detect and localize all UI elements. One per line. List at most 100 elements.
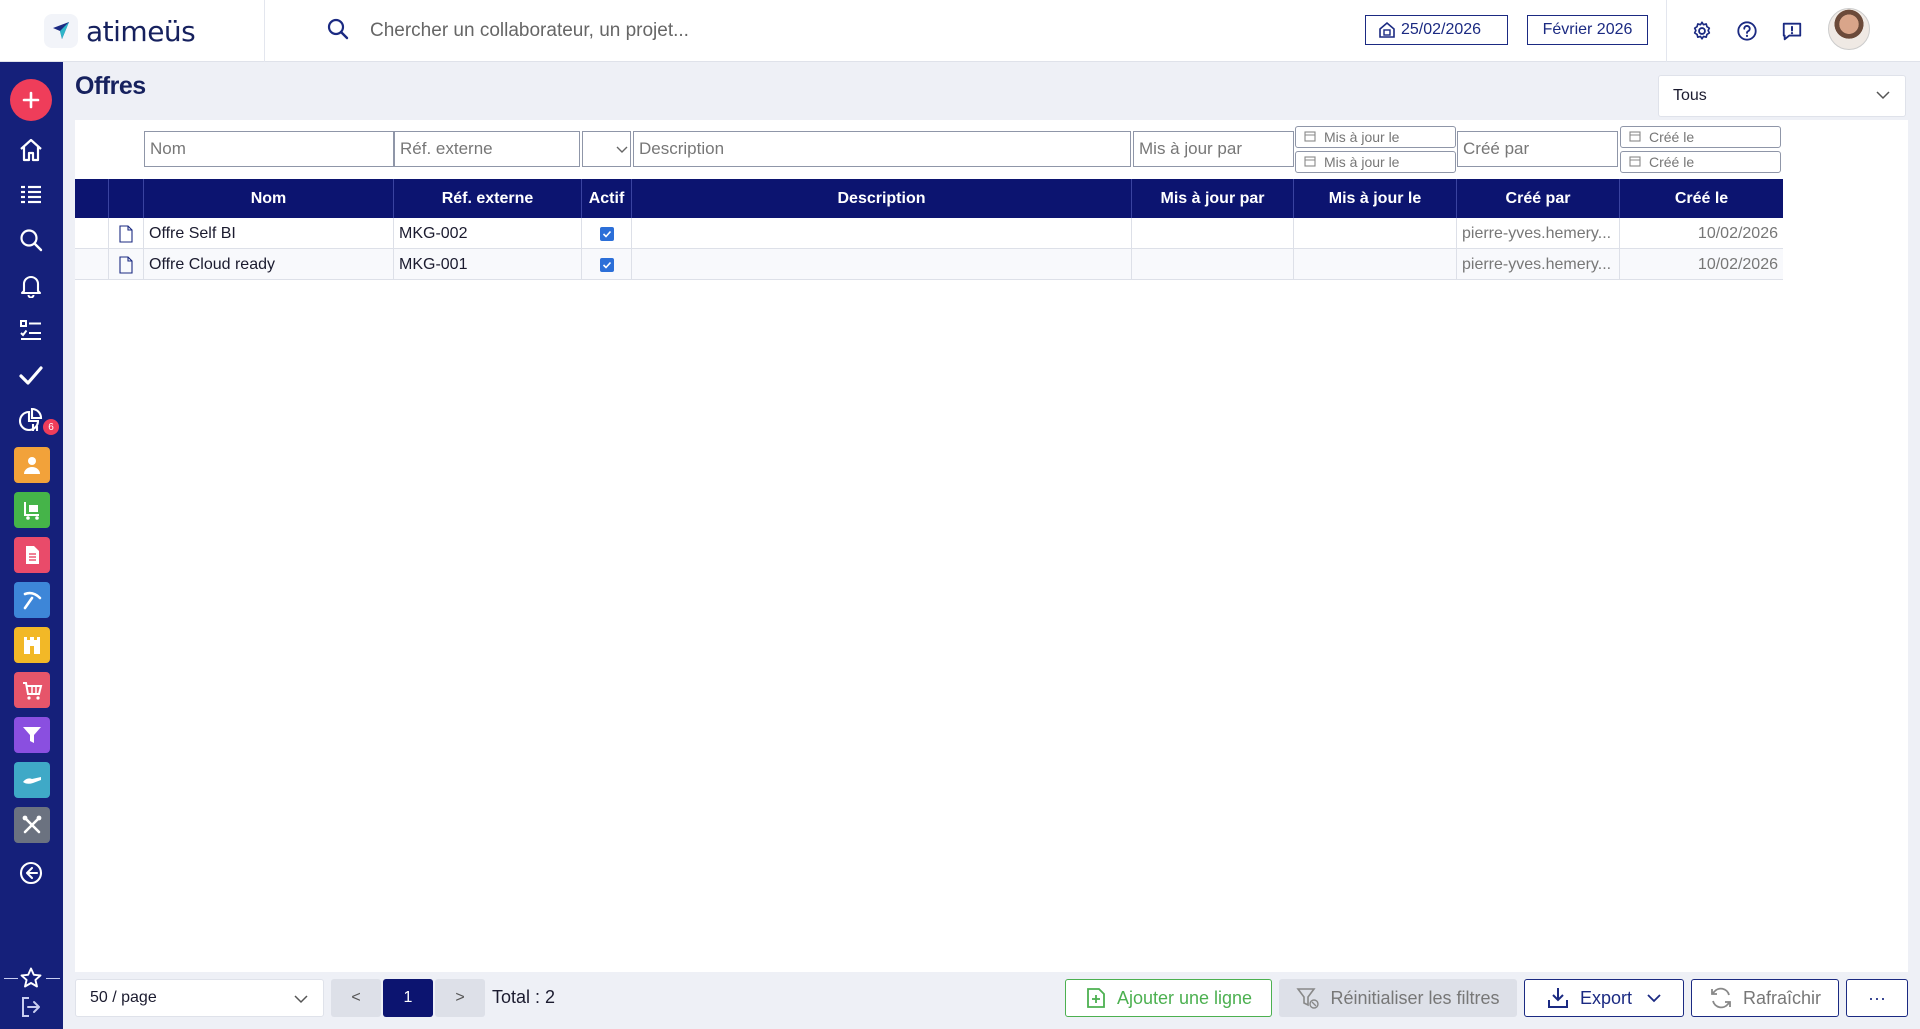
filter-ref-externe[interactable]: Réf. externe — [394, 131, 580, 167]
feedback-icon[interactable] — [1780, 19, 1804, 43]
tile-handshake-icon[interactable] — [14, 762, 50, 798]
settings-gear-icon[interactable] — [1690, 19, 1714, 43]
cell-cree-par[interactable]: pierre-yves.hemery... — [1457, 249, 1620, 280]
home-calendar-icon — [1378, 21, 1396, 39]
checkbox-checked[interactable] — [599, 226, 614, 241]
column-header-mis-a-jour-par[interactable]: Mis à jour par — [1132, 179, 1294, 218]
next-page-button[interactable]: > — [435, 979, 485, 1017]
tile-cart-icon[interactable] — [14, 492, 50, 528]
refresh-button[interactable]: Rafraîchir — [1691, 979, 1839, 1017]
column-header-cree-par[interactable]: Créé par — [1457, 179, 1620, 218]
tile-funnel-icon[interactable] — [14, 717, 50, 753]
cell-cree-le[interactable]: 10/02/2026 — [1620, 218, 1783, 249]
filter-cree-le-to[interactable]: Créé le — [1620, 151, 1781, 173]
tile-person-icon[interactable] — [14, 447, 50, 483]
filter-cree-le-from[interactable]: Créé le — [1620, 126, 1781, 148]
cell-description[interactable] — [632, 218, 1132, 249]
check-icon[interactable] — [11, 355, 51, 395]
export-label: Export — [1579, 987, 1633, 1008]
calendar-icon — [1629, 129, 1641, 145]
tile-document-icon[interactable] — [14, 537, 50, 573]
tile-castle-icon[interactable] — [14, 627, 50, 663]
user-avatar[interactable] — [1828, 8, 1870, 50]
logout-icon[interactable] — [11, 987, 51, 1027]
table-row[interactable]: Offre Cloud ready MKG-001 pierre-yves.he… — [75, 249, 1783, 280]
current-date: 25/02/2026 — [1401, 21, 1482, 38]
table-row[interactable]: Offre Self BI MKG-002 pierre-yves.hemery… — [75, 218, 1783, 249]
current-period: Février 2026 — [1542, 21, 1633, 38]
add-row-label: Ajouter une ligne — [1116, 987, 1253, 1008]
total-count: Total : 2 — [492, 987, 556, 1007]
period-selector[interactable]: Février 2026 — [1527, 15, 1648, 45]
tile-pickaxe-icon[interactable] — [14, 582, 50, 618]
add-button[interactable] — [10, 79, 52, 121]
logo-text: atimeüs — [86, 14, 196, 48]
cell-mis-a-jour-le[interactable] — [1294, 218, 1457, 249]
cell-mis-a-jour-par[interactable] — [1132, 249, 1294, 280]
cell-actif[interactable] — [582, 249, 632, 280]
app-logo[interactable]: atimeüs — [44, 13, 196, 49]
filter-nom[interactable]: Nom — [144, 131, 394, 167]
global-search[interactable]: Chercher un collaborateur, un projet... — [326, 14, 926, 48]
page-title: Offres — [75, 72, 146, 100]
prev-page-button[interactable]: < — [331, 979, 381, 1017]
filter-mis-a-jour-le-from[interactable]: Mis à jour le — [1295, 126, 1456, 148]
cell-nom[interactable]: Offre Cloud ready — [144, 249, 394, 280]
back-arrow-icon[interactable] — [11, 853, 51, 893]
filter-mis-a-jour-par[interactable]: Mis à jour par — [1133, 131, 1294, 167]
column-header-description[interactable]: Description — [632, 179, 1132, 218]
export-button[interactable]: Export — [1524, 979, 1684, 1017]
add-row-button[interactable]: Ajouter une ligne — [1065, 979, 1272, 1017]
tile-tools-icon[interactable] — [14, 807, 50, 843]
scope-select-value: Tous — [1673, 87, 1707, 104]
filter-description[interactable]: Description — [633, 131, 1131, 167]
tile-shop-icon[interactable] — [14, 672, 50, 708]
reset-filters-button[interactable]: Réinitialiser les filtres — [1279, 979, 1517, 1017]
filter-mis-a-jour-le-to-placeholder: Mis à jour le — [1324, 154, 1400, 170]
column-header-ref-externe[interactable]: Réf. externe — [394, 179, 582, 218]
filter-actif-select[interactable] — [582, 131, 631, 167]
add-file-icon — [1085, 987, 1107, 1009]
current-page-button[interactable]: 1 — [383, 979, 433, 1017]
cell-ref-externe[interactable]: MKG-001 — [394, 249, 582, 280]
search-input[interactable]: Chercher un collaborateur, un projet... — [370, 20, 689, 42]
more-dots-icon: ··· — [1868, 987, 1886, 1008]
cell-ref-externe[interactable]: MKG-002 — [394, 218, 582, 249]
cell-cree-par[interactable]: pierre-yves.hemery... — [1457, 218, 1620, 249]
checkbox-checked[interactable] — [599, 257, 614, 272]
chevron-down-icon — [1646, 990, 1662, 1006]
cell-description[interactable] — [632, 249, 1132, 280]
list-icon[interactable] — [11, 175, 51, 215]
top-header: atimeüs Chercher un collaborateur, un pr… — [0, 0, 1920, 62]
column-header-actif[interactable]: Actif — [582, 179, 632, 218]
table-header: Nom Réf. externe Actif Description Mis à… — [75, 179, 1783, 218]
scope-select[interactable]: Tous — [1658, 75, 1906, 117]
checklist-icon[interactable] — [11, 310, 51, 350]
more-options-button[interactable]: ··· — [1846, 979, 1908, 1017]
filter-cree-par[interactable]: Créé par — [1457, 131, 1618, 167]
cell-cree-le[interactable]: 10/02/2026 — [1620, 249, 1783, 280]
home-icon[interactable] — [11, 130, 51, 170]
date-selector[interactable]: 25/02/2026 — [1365, 15, 1508, 45]
column-header-cree-le[interactable]: Créé le — [1620, 179, 1783, 218]
chevron-down-icon — [616, 143, 628, 155]
cell-nom[interactable]: Offre Self BI — [144, 218, 394, 249]
reset-filters-label: Réinitialiser les filtres — [1330, 987, 1500, 1008]
row-select-cell[interactable] — [75, 249, 109, 280]
header-select-column[interactable] — [75, 179, 109, 218]
cell-actif[interactable] — [582, 218, 632, 249]
row-select-cell[interactable] — [75, 218, 109, 249]
column-header-nom[interactable]: Nom — [144, 179, 394, 218]
cell-mis-a-jour-par[interactable] — [1132, 218, 1294, 249]
help-icon[interactable] — [1735, 19, 1759, 43]
filter-cree-le-to-placeholder: Créé le — [1649, 154, 1695, 170]
bell-icon[interactable] — [11, 265, 51, 305]
document-icon[interactable] — [109, 218, 144, 249]
column-header-mis-a-jour-le[interactable]: Mis à jour le — [1294, 179, 1457, 218]
chart-pie-icon[interactable] — [11, 400, 51, 440]
per-page-select[interactable]: 50 / page — [75, 979, 324, 1017]
filter-mis-a-jour-le-to[interactable]: Mis à jour le — [1295, 151, 1456, 173]
document-icon[interactable] — [109, 249, 144, 280]
cell-mis-a-jour-le[interactable] — [1294, 249, 1457, 280]
search-icon[interactable] — [11, 220, 51, 260]
